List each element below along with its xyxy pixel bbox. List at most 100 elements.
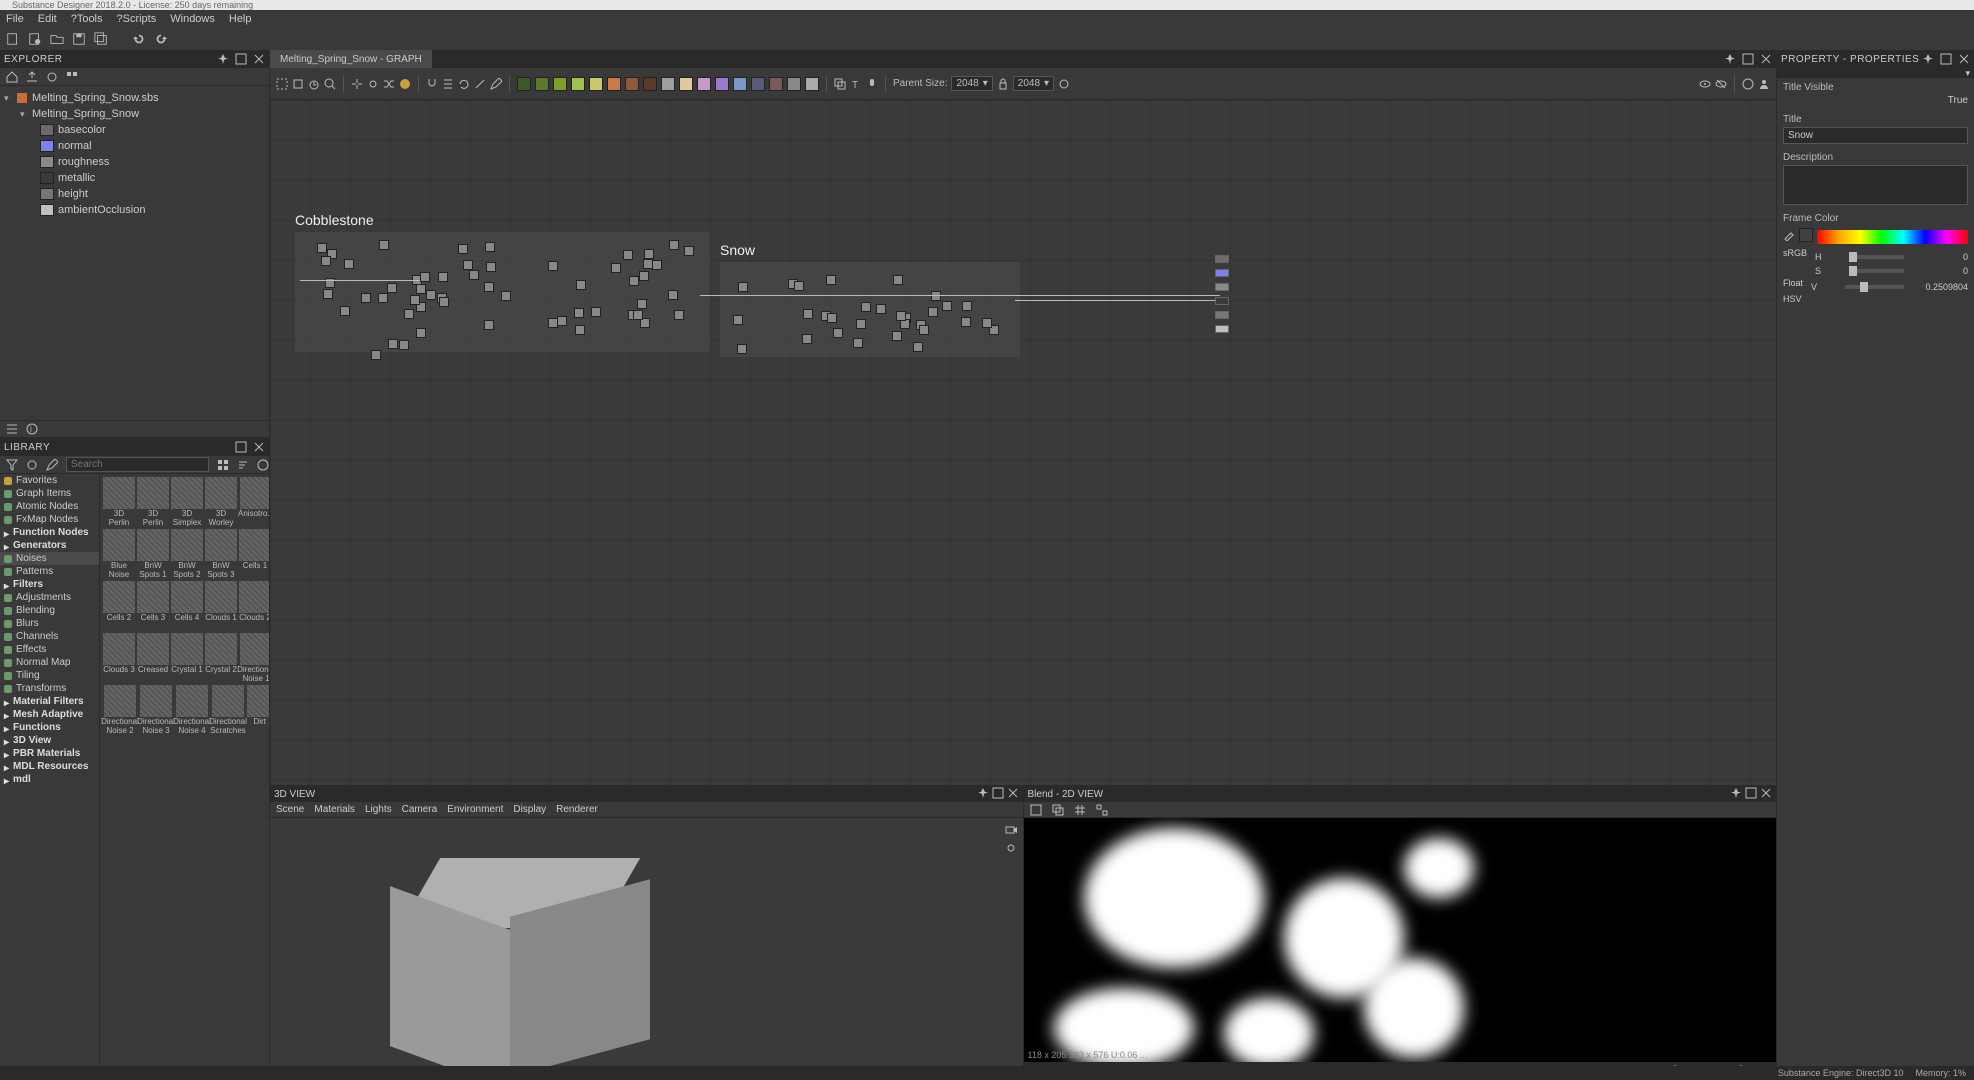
reset-icon[interactable] [1058,78,1070,90]
graph-node[interactable] [876,304,886,314]
graph-node[interactable] [893,275,903,285]
eye-icon[interactable] [1699,78,1711,90]
swatch[interactable] [697,77,711,91]
mic-icon[interactable] [866,78,878,90]
graph-node[interactable] [794,281,804,291]
copy-img-icon[interactable] [1052,804,1064,816]
maximize-icon[interactable] [1742,53,1754,65]
graph-node[interactable] [637,299,647,309]
thumb-item[interactable]: Cells 3 [137,581,169,631]
thumb-item[interactable]: 3D Perlin Noise [103,477,135,527]
parent-width[interactable]: 2048▾ [951,76,992,91]
save-all-icon[interactable] [94,32,108,46]
output-node[interactable] [1215,325,1229,333]
swatch[interactable] [787,77,801,91]
output-basecolor[interactable]: basecolor [0,122,269,138]
graph-node[interactable] [856,319,866,329]
graph-tab[interactable]: Melting_Spring_Snow - GRAPH [270,50,432,68]
s-value[interactable]: 0 [1910,266,1968,276]
rotate-icon[interactable] [458,78,470,90]
collapse-icon[interactable]: ▾ [1777,68,1974,78]
category-effects[interactable]: Effects [0,643,99,656]
swatch[interactable] [643,77,657,91]
view3d-menu-environment[interactable]: Environment [447,804,503,815]
save-icon[interactable] [72,32,86,46]
output-node[interactable] [1215,283,1229,291]
maximize-icon[interactable] [992,787,1004,799]
pin-icon[interactable] [1724,53,1736,65]
view3d-menu-materials[interactable]: Materials [314,804,355,815]
category-graph-items[interactable]: Graph Items [0,487,99,500]
graph-node[interactable] [623,250,633,260]
graph-node[interactable] [629,276,639,286]
graph-node[interactable] [463,260,473,270]
graph-node[interactable] [639,271,649,281]
thumb-item[interactable]: 3D Worley Noise [205,477,237,527]
category-fxmap-nodes[interactable]: FxMap Nodes [0,513,99,526]
swatch[interactable] [769,77,783,91]
gear-icon[interactable] [1005,842,1017,854]
graph-node[interactable] [404,309,414,319]
color-swatch[interactable] [1799,228,1813,242]
menu-help[interactable]: Help [229,13,252,25]
v-value[interactable]: 0.2509804 [1910,282,1968,292]
graph-node[interactable] [833,328,843,338]
pin-icon[interactable] [977,787,989,799]
category-filters[interactable]: ▸Filters [0,578,99,591]
swatch[interactable] [553,77,567,91]
graph-node[interactable] [861,302,871,312]
save-img-icon[interactable] [1030,804,1042,816]
graph-node[interactable] [321,256,331,266]
thumb-item[interactable]: Clouds 1 [205,581,237,631]
category-noises[interactable]: Noises [0,552,99,565]
category-transforms[interactable]: Transforms [0,682,99,695]
graph-node[interactable] [669,240,679,250]
grid-view-icon[interactable] [217,459,229,471]
graph-node[interactable] [982,318,992,328]
swatch[interactable] [571,77,585,91]
swatch[interactable] [679,77,693,91]
category-atomic-nodes[interactable]: Atomic Nodes [0,500,99,513]
swatch[interactable] [607,77,621,91]
thumb-item[interactable]: 3D Perlin Noise ... [137,477,169,527]
graph-node[interactable] [317,243,327,253]
close-icon[interactable] [1958,53,1970,65]
thumb-item[interactable]: Dirt 1 [247,685,269,735]
graph-node[interactable] [458,244,468,254]
graph-node[interactable] [961,317,971,327]
swatch[interactable] [535,77,549,91]
graph-node[interactable] [387,283,397,293]
tree-file[interactable]: ▾ Melting_Spring_Snow.sbs [0,90,269,106]
sort-icon[interactable] [237,459,249,471]
graph-canvas[interactable]: CobblestoneSnow [270,100,1776,785]
maximize-icon[interactable] [235,53,247,65]
pin-icon[interactable] [217,53,229,65]
thumb-item[interactable]: Anisotro... [239,477,269,527]
graph-node[interactable] [652,260,662,270]
graph-node[interactable] [410,295,420,305]
parent-height[interactable]: 2048▾ [1013,76,1054,91]
thumb-item[interactable]: Clouds 2 [239,581,269,631]
open-icon[interactable] [50,32,64,46]
graph-node[interactable] [668,290,678,300]
text-icon[interactable]: T [850,78,862,90]
redo-icon[interactable] [154,32,168,46]
graph-node[interactable] [501,291,511,301]
view3d-menu-lights[interactable]: Lights [365,804,392,815]
close-icon[interactable] [1760,53,1772,65]
frame-icon[interactable] [292,78,304,90]
graph-node[interactable] [919,325,929,335]
graph-node[interactable] [344,259,354,269]
paint-icon[interactable] [399,78,411,90]
graph-node[interactable] [962,301,972,311]
graph-node[interactable] [484,320,494,330]
category-blurs[interactable]: Blurs [0,617,99,630]
pin-icon[interactable] [1922,53,1934,65]
output-node[interactable] [1215,269,1229,277]
category-mesh-adaptive[interactable]: ▸Mesh Adaptive [0,708,99,721]
tree-graph[interactable]: ▾ Melting_Spring_Snow [0,106,269,122]
filter-icon[interactable] [6,459,18,471]
graph-node[interactable] [738,282,748,292]
category-pbr-materials[interactable]: ▸PBR Materials [0,747,99,760]
category-material-filters[interactable]: ▸Material Filters [0,695,99,708]
